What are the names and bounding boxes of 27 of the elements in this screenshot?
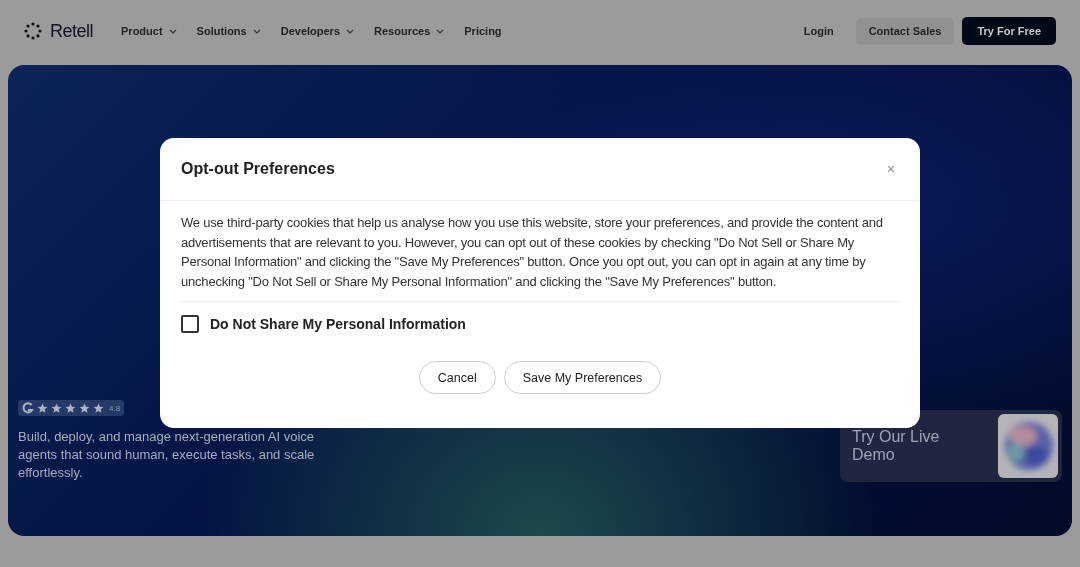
try-for-free-button[interactable]: Try For Free xyxy=(962,17,1056,45)
save-preferences-button[interactable]: Save My Preferences xyxy=(503,361,662,394)
nav-link[interactable]: Product xyxy=(121,25,177,37)
nav-link[interactable]: Resources xyxy=(374,25,445,37)
checkbox-label: Do Not Share My Personal Information xyxy=(210,315,466,332)
star-icon xyxy=(93,402,104,414)
logo-icon xyxy=(24,22,42,40)
nav-link[interactable]: Developers xyxy=(280,25,354,37)
contact-sales-button[interactable]: Contact Sales xyxy=(855,17,955,45)
cancel-button[interactable]: Cancel xyxy=(418,361,496,394)
login-link[interactable]: Login xyxy=(803,25,834,37)
star-icon xyxy=(79,402,90,414)
hero-description: Build, deploy, and manage next-generation AI voice agents that sound human, execute tasks, and scale effortlessly. xyxy=(18,428,316,482)
logo-text[interactable]: Retell xyxy=(50,20,94,42)
nav-link[interactable]: Pricing xyxy=(464,25,502,37)
live-demo-card[interactable]: Try Our Live Demo xyxy=(840,410,1062,482)
star-icon xyxy=(51,402,62,414)
star-icon xyxy=(37,402,48,414)
dialog-body-text: We use third-party cookies that help us analyse how you use this website, store your preferences, and provide the content and advertisements that are relevant to you. However, you can opt out of these cookies by checking "Do Not Sell or Share My Personal Information" and clicking the "Save My Preferences" button. Once you opt out, you can opt in again at any time by unchecking "Do Not Sell or Share My Personal Information" and clicking the "Save My Preferences" button. xyxy=(181,201,899,302)
rating-score: 4.8 xyxy=(109,403,121,413)
g2-logo-icon xyxy=(22,402,34,414)
nav-link[interactable]: Solutions xyxy=(196,25,261,37)
demo-label: Try Our Live Demo xyxy=(852,428,941,464)
close-button[interactable]: × xyxy=(882,161,899,177)
dialog-title: Opt-out Preferences xyxy=(181,160,335,178)
star-icon xyxy=(65,402,76,414)
checkbox[interactable] xyxy=(181,314,199,333)
